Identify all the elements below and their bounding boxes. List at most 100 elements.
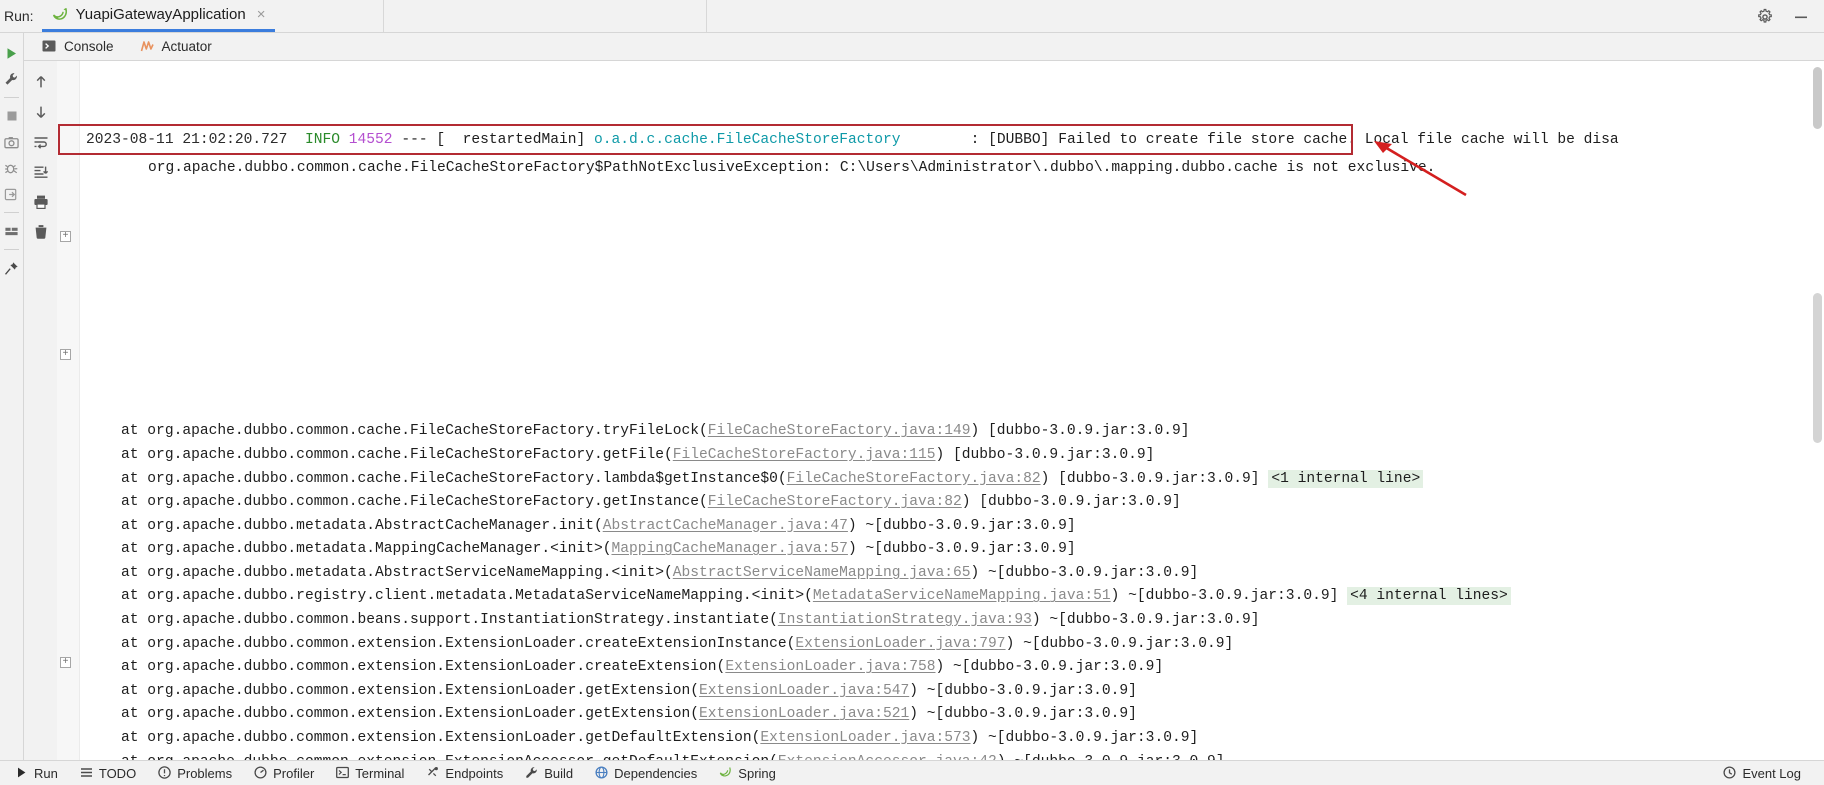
divider [383,0,385,32]
fold-toggle[interactable]: + [60,657,71,668]
source-file-link[interactable]: ExtensionLoader.java:521 [699,706,909,722]
dependencies-icon [595,766,609,780]
minimize-icon[interactable] [1792,8,1810,26]
stop-button[interactable] [1,103,22,129]
camera-icon[interactable] [1,129,22,155]
statusbar-item-todo[interactable]: TODO [69,761,147,785]
stack-trace-line: at org.apache.dubbo.common.cache.FileCac… [86,491,1824,515]
statusbar-item-profiler[interactable]: Profiler [243,761,325,785]
run-window-body: Console Actuator + + + 2023-08-11 21:02:… [0,33,1824,760]
source-file-link[interactable]: ExtensionLoader.java:573 [760,730,970,746]
console-output[interactable]: 2023-08-11 21:02:20.727 INFO 14552 --- [… [80,61,1824,760]
console-content-area: + + + 2023-08-11 21:02:20.727 INFO 14552… [24,61,1824,760]
source-file-link[interactable]: FileCacheStoreFactory.java:82 [708,494,962,510]
layout-icon[interactable] [1,218,22,244]
console-scrollbar[interactable] [1811,61,1824,760]
stack-frame-jar: ) [dubbo-3.0.9.jar:3.0.9] [935,446,1155,463]
rerun-button[interactable] [1,40,22,66]
exception-line-slot [86,246,1824,270]
stack-frame-text: at org.apache.dubbo.metadata.MappingCach… [86,541,612,558]
internal-lines-badge[interactable]: <1 internal line> [1268,469,1424,488]
attach-icon[interactable] [1,181,22,207]
close-icon[interactable]: × [257,6,266,23]
scrollbar-thumb[interactable] [1813,67,1822,129]
stack-frame-jar: ) ~[dubbo-3.0.9.jar:3.0.9] [970,730,1199,747]
soft-wrap-icon[interactable] [28,127,54,157]
divider [4,212,19,213]
source-file-link[interactable]: MetadataServiceNameMapping.java:51 [813,588,1111,604]
statusbar-item-build-label: Build [544,765,574,781]
bug-icon[interactable] [1,155,22,181]
source-file-link[interactable]: AbstractServiceNameMapping.java:65 [673,565,971,581]
stack-frame-jar: ) ~[dubbo-3.0.9.jar:3.0.9] [847,517,1076,534]
stack-frame-text: at org.apache.dubbo.common.extension.Ext… [86,659,726,676]
stack-frame-text: at org.apache.dubbo.common.extension.Ext… [86,635,796,652]
arrow-down-icon[interactable] [28,97,54,127]
terminal-icon [336,766,350,780]
trash-icon[interactable] [28,217,54,247]
annotation-arrow-icon [1374,141,1467,197]
log-level: INFO [304,131,340,148]
statusbar-item-event-log[interactable]: Event Log [1712,761,1812,785]
divider [706,0,708,32]
source-file-link[interactable]: AbstractCacheManager.java:47 [603,518,848,534]
stack-trace-line: at org.apache.dubbo.common.extension.Ext… [86,633,1824,657]
stack-frame-text: at org.apache.dubbo.common.extension.Ext… [86,706,700,723]
statusbar-item-terminal[interactable]: Terminal [325,761,415,785]
statusbar-item-run-label: Run [34,765,58,781]
log-line: 2023-08-11 21:02:20.727 INFO 14552 --- [… [86,132,1824,152]
stack-frame-jar: ) ~[dubbo-3.0.9.jar:3.0.9] [1110,588,1339,605]
statusbar-item-spring[interactable]: Spring [708,761,787,785]
stack-frame-text: at org.apache.dubbo.common.beans.support… [86,612,778,629]
source-file-link[interactable]: ExtensionLoader.java:758 [725,659,935,675]
internal-lines-badge[interactable]: <4 internal lines> [1347,587,1511,606]
gear-icon[interactable] [1756,8,1774,26]
run-actions-toolbar [0,33,23,760]
edit-configurations-button[interactable] [1,66,22,92]
print-icon[interactable] [28,187,54,217]
source-file-link[interactable]: MappingCacheManager.java:57 [611,541,847,557]
bottom-tool-window-bar: Run TODO Problems Profiler Terminal Endp… [0,760,1824,785]
statusbar-item-dependencies[interactable]: Dependencies [584,761,708,785]
divider [4,97,19,98]
source-file-link[interactable]: ExtensionLoader.java:547 [699,683,909,699]
source-file-link[interactable]: FileCacheStoreFactory.java:149 [708,423,971,439]
run-tab-yuapigatewayapplication[interactable]: YuapiGatewayApplication × [41,1,276,32]
source-file-link[interactable]: FileCacheStoreFactory.java:82 [787,471,1041,487]
scrollbar-thumb-lower[interactable] [1813,293,1822,443]
arrow-up-icon[interactable] [28,67,54,97]
source-file-link[interactable]: ExtensionLoader.java:797 [795,636,1005,652]
source-file-link[interactable]: InstantiationStrategy.java:93 [778,612,1032,628]
exception-message: org.apache.dubbo.common.cache.FileCacheS… [148,160,1436,176]
todo-icon [80,766,94,780]
scroll-end-icon[interactable] [28,157,54,187]
stack-trace-line: at org.apache.dubbo.metadata.AbstractCac… [86,515,1824,539]
fold-toggle[interactable]: + [60,231,71,242]
stack-frame-jar: ) [dubbo-3.0.9.jar:3.0.9] [970,423,1190,440]
endpoints-icon [426,766,440,780]
statusbar-item-run[interactable]: Run [4,761,69,785]
stack-trace-line: at org.apache.dubbo.common.cache.FileCac… [86,420,1824,444]
actuator-icon [140,39,155,54]
statusbar-item-build[interactable]: Build [514,761,584,785]
tab-actuator[interactable]: Actuator [140,33,212,61]
pin-icon[interactable] [1,255,22,281]
stack-frame-jar: ) ~[dubbo-3.0.9.jar:3.0.9] [935,659,1164,676]
stack-trace-line: at org.apache.dubbo.common.extension.Ext… [86,680,1824,704]
event-log-icon [1723,766,1737,780]
stack-frame-jar: ) ~[dubbo-3.0.9.jar:3.0.9] [847,541,1076,558]
tab-console[interactable]: Console [42,33,114,61]
log-logger: o.a.d.c.cache.FileCacheStoreFactory [594,131,901,148]
stack-frame-jar: ) [dubbo-3.0.9.jar:3.0.9] [1040,470,1260,487]
source-file-link[interactable]: ExtensionAccessor.java:42 [778,754,997,760]
stack-frame-text: at org.apache.dubbo.common.cache.FileCac… [86,423,708,440]
statusbar-item-endpoints[interactable]: Endpoints [415,761,514,785]
source-file-link[interactable]: FileCacheStoreFactory.java:115 [673,447,936,463]
log-pid: 14552 [348,131,393,148]
fold-toggle[interactable]: + [60,349,71,360]
stack-trace: at org.apache.dubbo.common.cache.FileCac… [86,420,1824,760]
statusbar-item-todo-label: TODO [98,765,137,781]
stack-trace-line: at org.apache.dubbo.metadata.AbstractSer… [86,562,1824,586]
statusbar-item-problems[interactable]: Problems [147,761,243,785]
